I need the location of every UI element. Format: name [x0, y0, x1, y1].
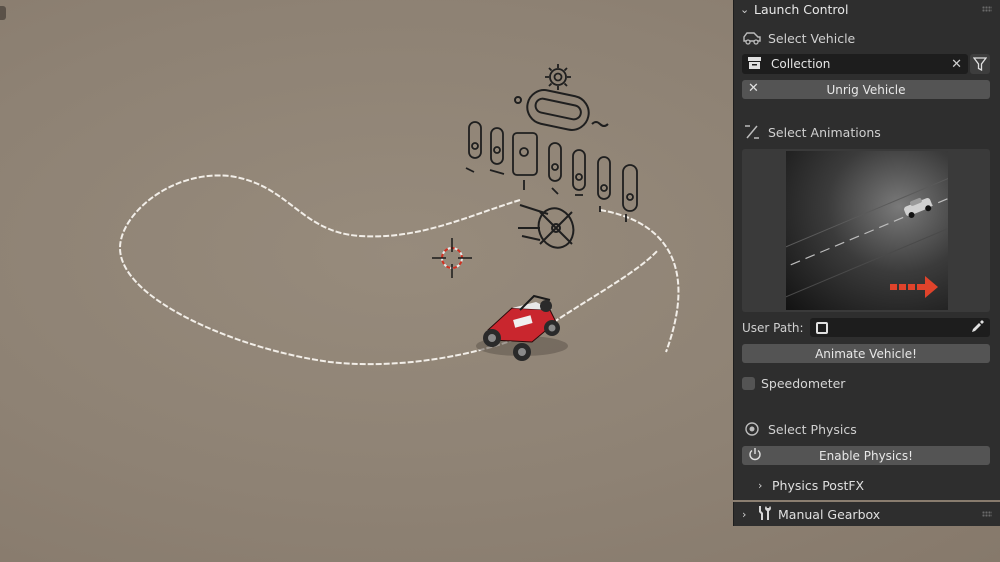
gizmo-wheel [518, 204, 575, 249]
drag-grip-icon[interactable] [982, 6, 992, 12]
unrig-button-label: Unrig Vehicle [826, 82, 906, 97]
chevron-right-icon: › [758, 479, 763, 492]
physics-postfx-label: Physics PostFX [772, 478, 865, 493]
panel-title: Launch Control [754, 1, 849, 17]
chevron-right-icon[interactable]: › [742, 508, 756, 521]
select-vehicle-row: Select Vehicle [742, 30, 990, 46]
select-physics-label: Select Physics [768, 421, 857, 437]
gizmo-toggles-row [465, 121, 638, 222]
close-icon: ✕ [748, 81, 759, 96]
physics-postfx-subpanel[interactable]: › Physics PostFX [758, 478, 990, 493]
eyedropper-icon[interactable] [971, 319, 984, 336]
speedometer-row: Speedometer [742, 376, 990, 391]
select-vehicle-label: Select Vehicle [768, 30, 856, 46]
collection-row: Collection ✕ [742, 54, 990, 74]
filter-icon [973, 57, 987, 71]
enable-physics-row: Enable Physics! [742, 446, 990, 465]
arrow-icon [890, 276, 938, 298]
animation-curve-icon [742, 124, 762, 140]
manual-gearbox-panel[interactable]: › Manual Gearbox [733, 502, 1000, 526]
enable-physics-label: Enable Physics! [819, 448, 913, 463]
animation-preview-image [775, 151, 967, 310]
select-animations-label: Select Animations [768, 124, 881, 140]
animation-preview[interactable] [742, 149, 990, 312]
manual-gearbox-label: Manual Gearbox [778, 506, 881, 522]
vehicle-path-curve [118, 174, 659, 366]
select-animations-row: Select Animations [742, 124, 990, 140]
power-icon [748, 447, 762, 465]
tools-icon [756, 505, 772, 524]
clear-icon[interactable]: ✕ [951, 57, 962, 72]
speedometer-label[interactable]: Speedometer [761, 376, 845, 391]
unrig-row: ✕ Unrig Vehicle [742, 80, 990, 99]
speedometer-checkbox[interactable] [742, 377, 755, 390]
user-path-label: User Path: [742, 320, 804, 335]
launch-control-header[interactable]: ⌄ Launch Control [734, 0, 1000, 18]
physics-icon [742, 421, 762, 437]
viewport-scene [118, 64, 680, 366]
select-physics-row: Select Physics [742, 421, 990, 437]
user-path-row: User Path: [742, 318, 990, 337]
collection-field[interactable]: Collection ✕ [742, 54, 968, 74]
filter-button[interactable] [970, 54, 990, 74]
collection-value: Collection [771, 57, 831, 71]
animate-vehicle-button[interactable]: Animate Vehicle! [742, 344, 990, 363]
rc-car [476, 294, 568, 361]
enable-physics-button[interactable]: Enable Physics! [742, 446, 990, 465]
animate-button-label: Animate Vehicle! [815, 346, 917, 361]
3d-cursor-icon [432, 238, 472, 278]
collection-icon [748, 56, 761, 72]
gear-icon [545, 64, 571, 90]
unrig-vehicle-button[interactable]: ✕ Unrig Vehicle [742, 80, 990, 99]
gizmo-toggle-large [514, 89, 609, 131]
launch-control-panel: ⌄ Launch Control Select Vehicle Collecti… [733, 0, 1000, 500]
vehicle-path-curve-end [599, 209, 680, 353]
user-path-field[interactable] [809, 318, 990, 337]
object-picker-icon[interactable] [815, 321, 828, 334]
car-icon [742, 30, 762, 46]
chevron-down-icon[interactable]: ⌄ [740, 3, 754, 16]
animate-row: Animate Vehicle! [742, 344, 990, 363]
drag-grip-icon[interactable] [982, 511, 992, 517]
